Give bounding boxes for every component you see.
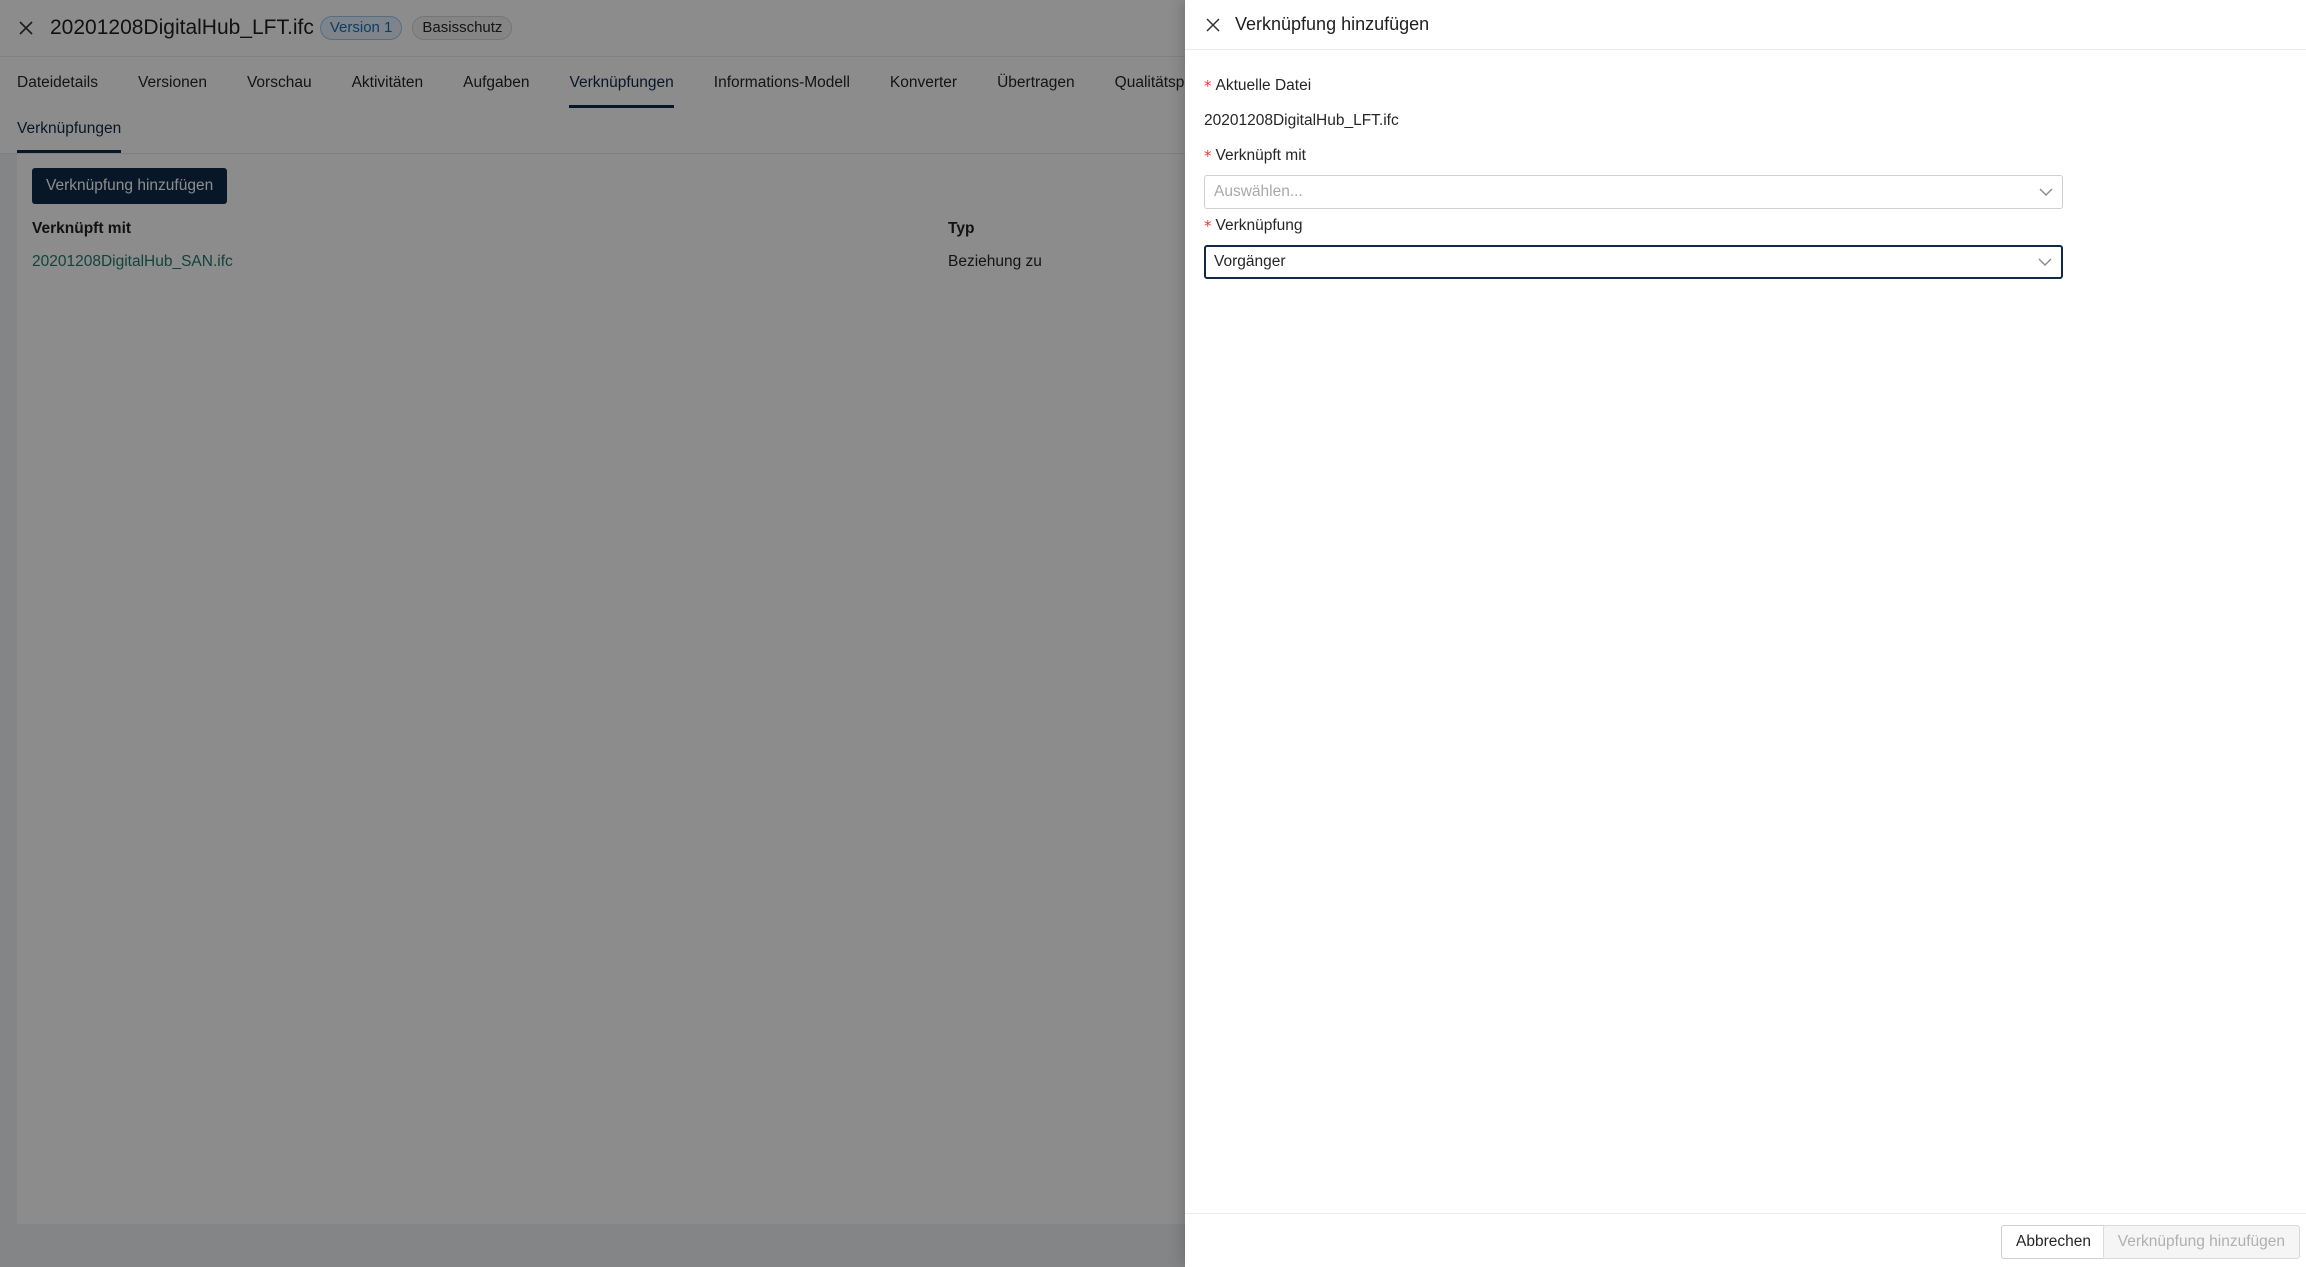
link-type-label-text: Verknüpfung	[1215, 217, 1303, 234]
required-marker: *	[1204, 217, 1212, 235]
app-root: 20201208DigitalHub_LFT.ifc Version 1 Bas…	[0, 0, 2306, 1267]
linked-with-placeholder: Auswählen...	[1214, 183, 1303, 200]
current-file-value: 20201208DigitalHub_LFT.ifc	[1204, 112, 1399, 129]
link-type-value: Vorgänger	[1214, 253, 1286, 270]
drawer-footer: Abbrechen Verknüpfung hinzufügen	[1185, 1213, 2306, 1267]
drawer-header: Verknüpfung hinzufügen	[1185, 0, 2306, 50]
linked-with-label-text: Verknüpft mit	[1215, 147, 1306, 164]
close-icon[interactable]	[1203, 15, 1223, 35]
chevron-down-icon	[2039, 188, 2053, 196]
submit-link-button[interactable]: Verknüpfung hinzufügen	[2102, 1225, 2300, 1259]
drawer-title: Verknüpfung hinzufügen	[1235, 14, 1430, 34]
required-marker: *	[1204, 147, 1212, 165]
linked-with-select[interactable]: Auswählen...	[1204, 175, 2063, 209]
linked-with-label: * Verknüpft mit	[1204, 147, 1306, 165]
current-file-label-text: Aktuelle Datei	[1215, 77, 1312, 94]
link-type-label: * Verknüpfung	[1204, 217, 1303, 235]
cancel-button[interactable]: Abbrechen	[2001, 1225, 2106, 1259]
chevron-down-icon	[2038, 258, 2052, 266]
link-type-select[interactable]: Vorgänger	[1204, 245, 2063, 279]
current-file-label: * Aktuelle Datei	[1204, 77, 1311, 95]
add-link-drawer: Verknüpfung hinzufügen * Aktuelle Datei …	[1185, 0, 2306, 1267]
required-marker: *	[1204, 77, 1212, 95]
